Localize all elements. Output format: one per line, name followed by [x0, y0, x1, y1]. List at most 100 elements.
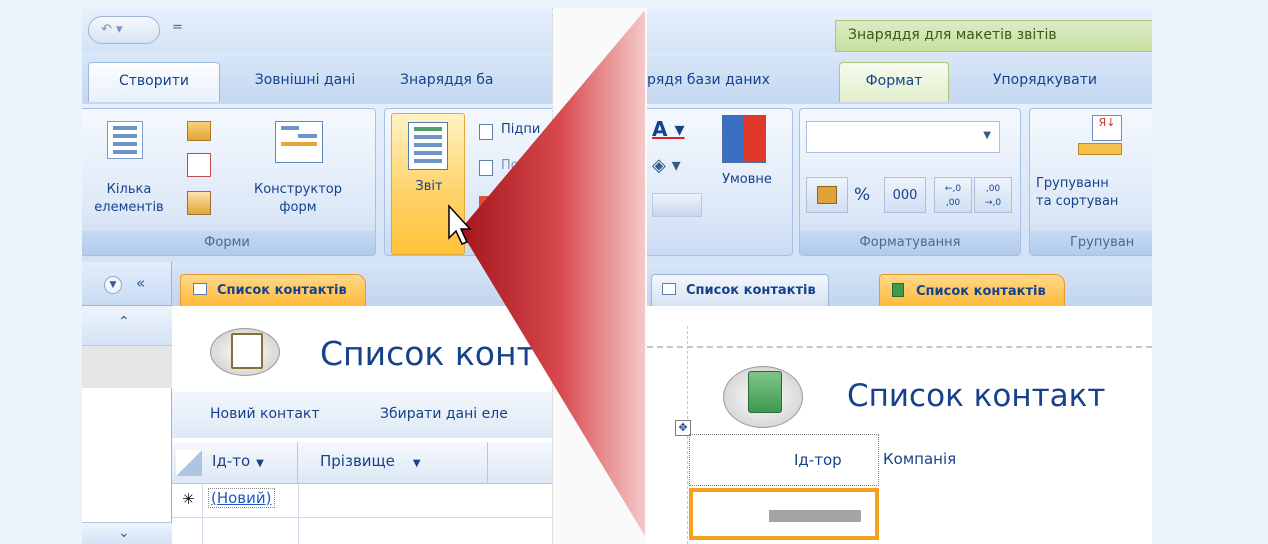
collapse-up-icon[interactable]: ⌃ [118, 314, 130, 330]
navigation-pane-header: ▼ « [82, 262, 171, 306]
navigation-pane: ▼ « ⌃ ⌄ [82, 262, 172, 544]
column-filter-icon[interactable]: ▼ [413, 458, 421, 469]
ribbon-tab-row-right: рядя бази даних Формат Упорядкувати [647, 52, 1152, 104]
conditional-format-icon [722, 115, 766, 163]
title-bar-right: Знаряддя для макетів звітів [647, 8, 1152, 52]
column-header-id-right[interactable]: Ід-тор [794, 451, 842, 469]
tab-database-tools[interactable]: Знаряддя ба [400, 62, 550, 102]
labels-icon [479, 124, 493, 140]
form-tab-icon [662, 283, 676, 295]
group-forms: Кілька елементів Конструктор форм Форми [82, 108, 376, 256]
tab-contacts-report[interactable]: Список контактів [879, 274, 1065, 306]
report-tab-icon [892, 283, 904, 297]
customize-qat-button[interactable]: = [172, 20, 183, 35]
labels-label: Підпи [501, 122, 541, 137]
increase-decimals-button[interactable]: ←,0 ,00 [934, 177, 972, 213]
undo-button[interactable]: ↶ ▾ [88, 16, 160, 44]
grouping-group-label: Групуван [1030, 231, 1152, 255]
tab-contacts-form[interactable]: Список контактів [180, 274, 366, 306]
form-design-button[interactable]: Конструктор форм [237, 119, 359, 231]
left-pane-access-create: ↶ ▾ = Створити Зовнішні дані Знаряддя ба… [82, 8, 552, 544]
column-header-last-name[interactable]: Прізвище ▼ [298, 442, 488, 484]
blank-report-icon [479, 160, 493, 176]
thousands-button[interactable]: 000 [884, 177, 926, 213]
nav-selected-item[interactable] [82, 346, 172, 388]
chevron-down-icon[interactable]: ▼ [983, 130, 991, 141]
form-document-area: Список контактів Список конт Новий конта… [172, 262, 552, 544]
multiple-items-button[interactable]: Кілька елементів [94, 119, 164, 231]
group-grouping: Я↓ Групуванн та сортуван Групуван [1029, 108, 1152, 256]
report-logo-icon [723, 366, 803, 428]
nav-group-footer[interactable]: ⌄ [82, 522, 172, 544]
row-selector-divider [202, 484, 203, 544]
report-button[interactable]: Звіт [391, 113, 465, 255]
formatting-group-label: Форматування [800, 231, 1020, 255]
more-forms-icon[interactable] [187, 191, 211, 215]
column-filter-icon[interactable]: ▼ [256, 458, 264, 469]
decrease-decimals-button[interactable]: ,00 →,0 [974, 177, 1012, 213]
shutter-bar-close-icon[interactable]: « [136, 274, 145, 292]
conditional-format-button[interactable]: Умовне [704, 171, 790, 189]
multiple-items-icon [107, 121, 143, 159]
nav-group-header[interactable]: ⌃ [82, 306, 172, 346]
fill-color-icon[interactable]: ◈ ▾ [652, 155, 702, 179]
select-all-corner[interactable] [176, 450, 202, 476]
form-tab-icon [193, 283, 207, 295]
column-header-id-label: Ід-то [212, 452, 251, 470]
tab-label: Список контактів [686, 283, 816, 298]
green-book [748, 371, 782, 413]
blank-report-label: Порож [501, 158, 547, 173]
datasheet-header-row: Ід-то ▼ Прізвище ▼ [172, 442, 552, 484]
tab-external-data[interactable]: Зовнішні дані [230, 62, 380, 102]
currency-icon [817, 186, 837, 204]
tab-database-tools-right[interactable]: рядя бази даних [647, 62, 819, 102]
group-formatting: ▼ % 000 ←,0 ,00 ,00 →,0 Форматування [799, 108, 1021, 256]
font-color-icon[interactable]: A ▾ [652, 117, 702, 141]
format-dropdown[interactable]: ▼ [806, 121, 1000, 153]
datasheet-new-row: ✳ (Новий) [172, 484, 552, 518]
column-header-id[interactable]: Ід-то ▼ [204, 442, 298, 484]
ribbon-tab-row: Створити Зовнішні дані Знаряддя ба [82, 52, 552, 104]
percent-button[interactable]: % [854, 185, 870, 205]
book-pages [231, 333, 263, 369]
nav-menu-dropdown-icon[interactable]: ▼ [104, 276, 122, 294]
new-contact-link[interactable]: Новий контакт [210, 406, 320, 422]
tab-contacts-form-right[interactable]: Список контактів [651, 274, 829, 306]
column-header-layout: Ід-тор [689, 434, 879, 486]
split-form-icon[interactable] [187, 121, 211, 141]
screenshot-stage: ↶ ▾ = Створити Зовнішні дані Знаряддя ба… [82, 8, 1152, 544]
form-design-icon [275, 121, 323, 163]
report-wizard-icon [479, 196, 495, 212]
id-value-placeholder [769, 510, 861, 522]
report-wizard-button[interactable]: Майс [479, 193, 552, 215]
expand-down-icon[interactable]: ⌄ [118, 525, 130, 541]
collect-data-link[interactable]: Збирати дані еле [380, 406, 508, 422]
group-bar-icon [1078, 143, 1122, 155]
column-header-company[interactable]: Компанія [883, 450, 956, 468]
group-sort-button[interactable]: Групуванн та сортуван [1036, 175, 1152, 211]
column-divider [298, 518, 299, 544]
title-bar: ↶ ▾ = [82, 8, 552, 52]
new-record-cell[interactable]: (Новий) [208, 488, 275, 508]
pivot-form-icon[interactable] [187, 153, 211, 177]
tab-label: Список контактів [916, 284, 1046, 299]
ribbon-format: A ▾ ◈ ▾ Умовне ▼ % 000 ←,0 ,00 ,00 →,0 Ф… [647, 104, 1152, 262]
currency-format-button[interactable] [806, 177, 848, 213]
document-tab-strip-right: Список контактів Список контактів [647, 262, 1152, 306]
tab-format[interactable]: Формат [839, 62, 949, 102]
ribbon-create: Кілька елементів Конструктор форм Форми … [82, 104, 552, 262]
report-label: Звіт [415, 179, 443, 194]
selected-id-control[interactable] [689, 488, 879, 540]
new-record-marker: ✳ [182, 490, 195, 508]
gridlines-icon[interactable] [652, 193, 702, 217]
blank-report-button[interactable]: Порож [479, 157, 552, 179]
labels-button[interactable]: Підпи [479, 121, 552, 143]
form-design-label: Конструктор форм [254, 182, 342, 215]
group-font: A ▾ ◈ ▾ Умовне [647, 108, 793, 256]
tab-arrange[interactable]: Упорядкувати [965, 62, 1125, 102]
contextual-tab-title: Знаряддя для макетів звітів [835, 20, 1152, 52]
form-title: Список конт [320, 334, 536, 373]
tab-create[interactable]: Створити [88, 62, 220, 102]
form-header-bar: Новий контакт Збирати дані еле [172, 392, 552, 438]
sort-az-icon: Я↓ [1092, 115, 1122, 141]
